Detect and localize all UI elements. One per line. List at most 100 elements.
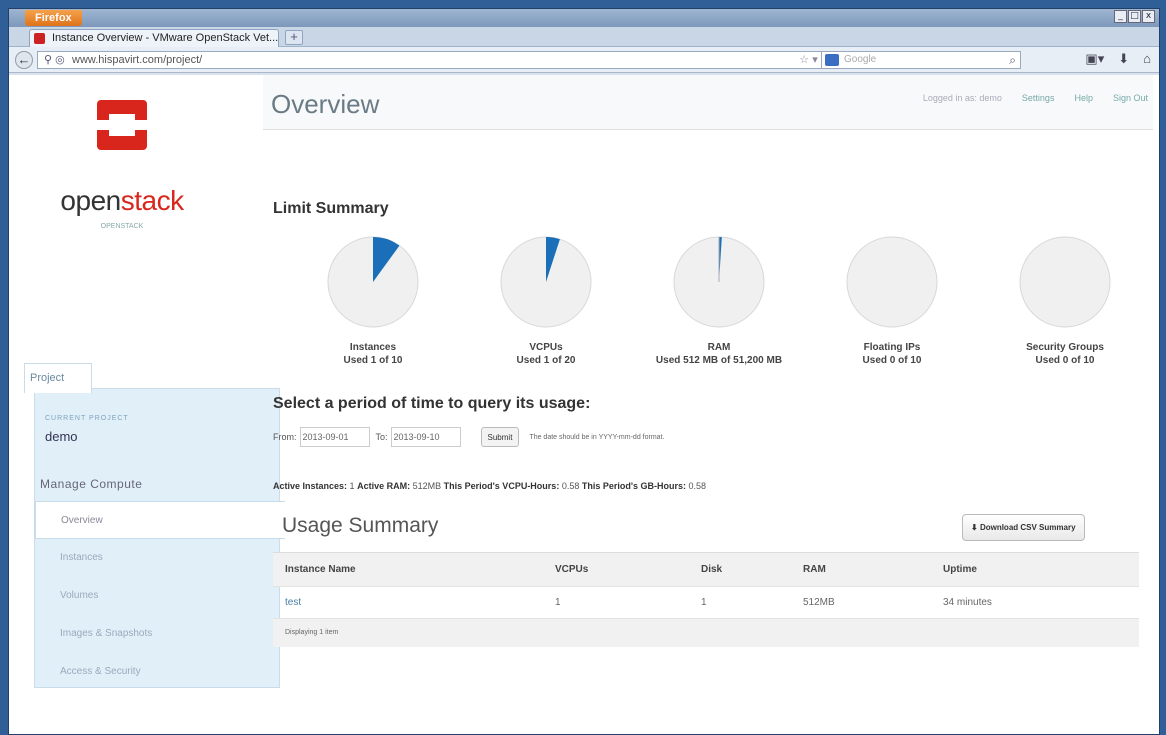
pie-name-vcpus: VCPUs <box>529 342 563 353</box>
query-title: Select a period of time to query its usa… <box>273 395 591 412</box>
nav-tools: ▣▾ ⬇ ⌂ <box>1085 51 1151 67</box>
tab-project[interactable]: Project <box>24 363 92 393</box>
submit-button[interactable]: Submit <box>480 427 520 447</box>
download-csv-label: Download CSV Summary <box>979 523 1076 532</box>
pie-label-instances: Instances Used 1 of 10 <box>288 341 458 367</box>
usage-summary-title: Usage Summary <box>282 514 439 537</box>
active-ram-label: Active RAM: <box>357 481 411 491</box>
to-date-input[interactable] <box>390 427 461 447</box>
cell-vcpus: 1 <box>543 586 689 619</box>
tab-title: Instance Overview - VMware OpenStack Vet… <box>52 32 279 44</box>
cell-uptime: 34 minutes <box>931 586 1139 619</box>
window-controls: _ □ x <box>1114 10 1155 23</box>
col-vcpus[interactable]: VCPUs <box>543 552 689 587</box>
table-header-row: Instance Name VCPUs Disk RAM Uptime <box>273 552 1139 587</box>
pie-used-security-groups: Used 0 of 10 <box>1035 355 1095 366</box>
navigation-bar: ← ⚲ ◎ www.hispavirt.com/project/ ☆ ▾ ↻ G… <box>9 47 1159 73</box>
date-form: From: To: Submit The date should be in Y… <box>273 427 664 447</box>
url-bar[interactable]: ⚲ ◎ www.hispavirt.com/project/ ☆ ▾ ↻ <box>37 51 837 69</box>
new-tab-button[interactable]: + <box>285 30 303 45</box>
favicon-icon <box>34 33 45 44</box>
title-bar: Firefox _ □ x <box>9 9 1159 27</box>
gb-hours-label: This Period's GB-Hours: <box>581 481 687 491</box>
limit-summary-title: Limit Summary <box>273 200 389 217</box>
tab-bar: Instance Overview - VMware OpenStack Vet… <box>9 27 1159 47</box>
pie-name-ram: RAM <box>707 342 731 353</box>
col-instance-name[interactable]: Instance Name <box>273 552 543 587</box>
pie-vcpus: VCPUs Used 1 of 20 <box>461 235 631 367</box>
sidebar-item-images[interactable]: Images & Snapshots <box>35 615 281 653</box>
sidebar-item-instances[interactable]: Instances <box>35 539 281 577</box>
browser-tab[interactable]: Instance Overview - VMware OpenStack Vet… <box>29 29 279 47</box>
maximize-button[interactable]: □ <box>1128 10 1141 23</box>
section-heading: Manage Compute <box>40 477 143 491</box>
search-icon[interactable]: ⌕ <box>1009 52 1016 68</box>
search-input[interactable]: Google ⌕ <box>821 51 1021 69</box>
sidebar-item-volumes[interactable]: Volumes <box>35 577 281 615</box>
cell-ram: 512MB <box>791 586 931 619</box>
active-instances-label: Active Instances: <box>273 481 348 491</box>
table-row: test 1 1 512MB 34 minutes <box>273 586 1139 619</box>
sign-out-link[interactable]: Sign Out <box>1113 93 1148 103</box>
active-ram-value: 512MB <box>412 481 442 491</box>
back-arrow-icon[interactable]: ← <box>15 51 33 69</box>
brand-tagline: OPENSTACK <box>100 223 144 230</box>
gb-hours-value: 0.58 <box>688 481 707 491</box>
col-uptime[interactable]: Uptime <box>931 552 1139 587</box>
col-ram[interactable]: RAM <box>791 552 931 587</box>
site-identity-icon[interactable]: ⚲ ◎ <box>44 52 65 68</box>
firefox-menu-button[interactable]: Firefox <box>25 10 82 26</box>
active-stats: Active Instances: 1 Active RAM: 512MB Th… <box>273 481 706 491</box>
help-link[interactable]: Help <box>1074 93 1093 103</box>
pie-name-floating-ips: Floating IPs <box>863 342 921 353</box>
page-content: openstack OPENSTACK CURRENT PROJECT demo… <box>9 75 1159 734</box>
minimize-button[interactable]: _ <box>1114 10 1127 23</box>
col-disk[interactable]: Disk <box>689 552 791 587</box>
current-project[interactable]: demo <box>45 429 78 444</box>
usage-table: Instance Name VCPUs Disk RAM Uptime test… <box>273 552 1139 647</box>
download-icon[interactable]: ⬇ <box>1118 51 1129 67</box>
logo-area[interactable]: openstack OPENSTACK <box>19 83 263 283</box>
brand-name-part1: open <box>60 185 121 216</box>
close-window-button[interactable]: x <box>1142 10 1155 23</box>
table-footer: Displaying 1 item <box>273 618 1139 647</box>
cell-disk: 1 <box>689 586 791 619</box>
bookmarks-menu-icon[interactable]: ▣▾ <box>1085 51 1104 67</box>
settings-link[interactable]: Settings <box>1022 93 1055 103</box>
brand-name-part2: stack <box>120 185 184 216</box>
page-title: Overview <box>271 89 380 119</box>
pie-name-security-groups: Security Groups <box>1026 342 1104 353</box>
search-engine-icon[interactable] <box>825 54 839 66</box>
search-placeholder: Google <box>844 54 877 65</box>
instance-name-link[interactable]: test <box>273 586 543 619</box>
logged-in-text: Logged in as: demo <box>922 93 1002 103</box>
pie-label-ram: RAM Used 512 MB of 51,200 MB <box>634 341 804 367</box>
sidebar: openstack OPENSTACK CURRENT PROJECT demo… <box>19 83 285 703</box>
pie-label-floating-ips: Floating IPs Used 0 of 10 <box>807 341 977 367</box>
pie-security-groups: Security Groups Used 0 of 10 <box>980 235 1150 367</box>
home-icon[interactable]: ⌂ <box>1143 51 1151 67</box>
vcpu-hours-label: This Period's VCPU-Hours: <box>443 481 560 491</box>
pie-used-instances: Used 1 of 10 <box>343 355 403 366</box>
url-text: www.hispavirt.com/project/ <box>72 54 203 66</box>
download-csv-button[interactable]: ⬇ Download CSV Summary <box>962 514 1085 541</box>
vcpu-hours-value: 0.58 <box>561 481 580 491</box>
from-label: From: <box>273 432 297 442</box>
active-instances-value: 1 <box>349 481 355 491</box>
pie-used-ram: Used 512 MB of 51,200 MB <box>655 355 783 366</box>
pie-instances: Instances Used 1 of 10 <box>288 235 458 367</box>
download-icon-small: ⬇ <box>971 523 978 532</box>
browser-window: Firefox _ □ x Instance Overview - VMware… <box>8 8 1160 735</box>
brand-name: openstack <box>19 185 225 217</box>
from-date-input[interactable] <box>299 427 370 447</box>
openstack-logo-icon <box>93 100 151 150</box>
date-format-hint: The date should be in YYYY-mm-dd format. <box>529 433 665 441</box>
pie-name-instances: Instances <box>349 342 397 353</box>
sidebar-item-overview[interactable]: Overview <box>35 501 285 539</box>
pie-chart-instances <box>327 236 419 328</box>
sidebar-item-access-security[interactable]: Access & Security <box>35 653 281 691</box>
sidebar-panel: CURRENT PROJECT demo Manage Compute Over… <box>34 388 285 691</box>
limit-pies: Instances Used 1 of 10 VCPUs Used 1 of 20 … <box>303 235 1153 375</box>
to-label: To: <box>375 432 388 442</box>
page-header: Overview Logged in as: demo Settings Hel… <box>263 75 1153 130</box>
